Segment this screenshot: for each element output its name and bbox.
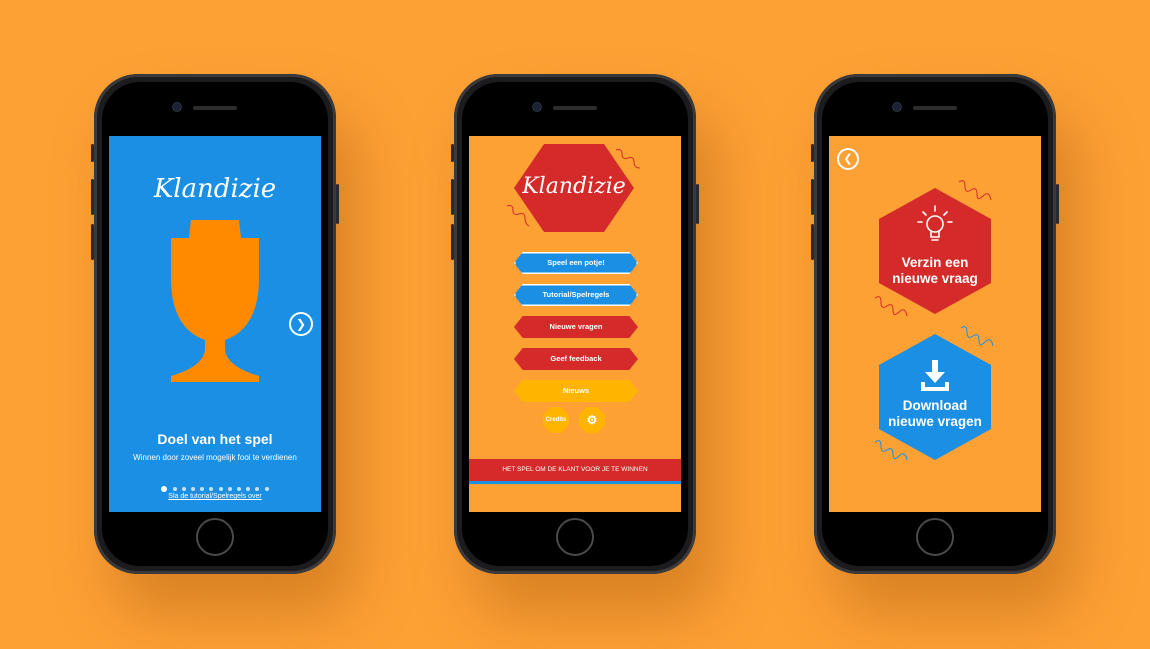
slide-title: Doel van het spel xyxy=(157,431,273,447)
next-slide-button[interactable]: ❯ xyxy=(289,312,313,336)
app-logo: Klandizie xyxy=(153,174,277,204)
secondary-actions: Credits ⚙ xyxy=(543,407,613,435)
pagination-dot[interactable] xyxy=(181,487,186,491)
mute-switch xyxy=(811,144,814,162)
skip-tutorial-link[interactable]: Sla de tutorial/Spelregels over xyxy=(109,493,321,500)
app-logo: Klandizie xyxy=(522,174,626,199)
volume-down-button xyxy=(811,224,814,260)
create-question-label: Verzin een nieuwe vraag xyxy=(892,255,978,286)
pagination-dot[interactable] xyxy=(236,487,241,491)
new-questions-button[interactable]: Nieuwe vragen xyxy=(514,316,638,338)
create-question-button[interactable]: Verzin een nieuwe vraag xyxy=(879,188,991,314)
logo-hexagon: Klandizie xyxy=(514,144,634,232)
tagline-banner: HET SPEL OM DE KLANT VOOR JE TE WINNEN xyxy=(469,459,681,484)
pagination-dot[interactable] xyxy=(246,487,251,491)
give-feedback-button[interactable]: Geef feedback xyxy=(514,348,638,370)
phone-mockup-tutorial: Klandizie ❯ Doel van het spel Winnen doo… xyxy=(91,74,339,574)
slide-subtitle: Winnen door zoveel mogelijk fooi te verd… xyxy=(133,453,297,462)
power-button xyxy=(336,184,339,224)
tutorial-button[interactable]: Tutorial/Spelregels xyxy=(514,284,638,306)
power-button xyxy=(1056,184,1059,224)
speaker-grille xyxy=(193,106,237,110)
main-menu: Speel een potje! Tutorial/Spelregels Nie… xyxy=(514,252,638,412)
pagination-dot[interactable] xyxy=(218,487,223,491)
pagination-dot[interactable] xyxy=(255,487,260,491)
volume-up-button xyxy=(811,179,814,215)
pagination-dot[interactable] xyxy=(191,487,196,491)
home-button[interactable] xyxy=(916,518,954,556)
front-camera xyxy=(533,103,541,111)
phone-mockup-questions: ❮ Verzin een nieuwe vraag Download nieuw… xyxy=(811,74,1059,574)
lightbulb-icon xyxy=(917,205,953,241)
pagination-dot[interactable] xyxy=(227,487,232,491)
news-button[interactable]: Nieuws xyxy=(514,380,638,402)
download-questions-label: Download nieuwe vragen xyxy=(888,398,982,429)
home-button[interactable] xyxy=(196,518,234,556)
front-camera xyxy=(893,103,901,111)
download-icon xyxy=(921,360,949,391)
volume-up-button xyxy=(451,179,454,215)
mute-switch xyxy=(91,144,94,162)
volume-up-button xyxy=(91,179,94,215)
speaker-grille xyxy=(553,106,597,110)
back-button[interactable]: ❮ xyxy=(837,148,859,170)
download-questions-button[interactable]: Download nieuwe vragen xyxy=(879,334,991,460)
pagination-dot[interactable] xyxy=(172,487,177,491)
volume-down-button xyxy=(451,224,454,260)
pagination-dot[interactable] xyxy=(264,487,269,491)
pagination-dot[interactable] xyxy=(200,487,205,491)
main-menu-screen: Klandizie Speel een potje! Tutorial/Spel… xyxy=(469,136,681,512)
speaker-grille xyxy=(913,106,957,110)
tutorial-screen: Klandizie ❯ Doel van het spel Winnen doo… xyxy=(109,136,321,512)
front-camera xyxy=(173,103,181,111)
cup-icon xyxy=(171,220,259,382)
gear-icon: ⚙ xyxy=(586,413,598,427)
credits-button[interactable]: Credits xyxy=(543,407,569,433)
pagination-dot[interactable] xyxy=(209,487,214,491)
home-button[interactable] xyxy=(556,518,594,556)
play-game-button[interactable]: Speel een potje! xyxy=(514,252,638,274)
pagination-dot-active[interactable] xyxy=(161,486,168,492)
settings-button[interactable]: ⚙ xyxy=(579,407,605,433)
mute-switch xyxy=(451,144,454,162)
phone-mockup-main-menu: Klandizie Speel een potje! Tutorial/Spel… xyxy=(451,74,699,574)
new-questions-screen: ❮ Verzin een nieuwe vraag Download nieuw… xyxy=(829,136,1041,512)
power-button xyxy=(696,184,699,224)
volume-down-button xyxy=(91,224,94,260)
